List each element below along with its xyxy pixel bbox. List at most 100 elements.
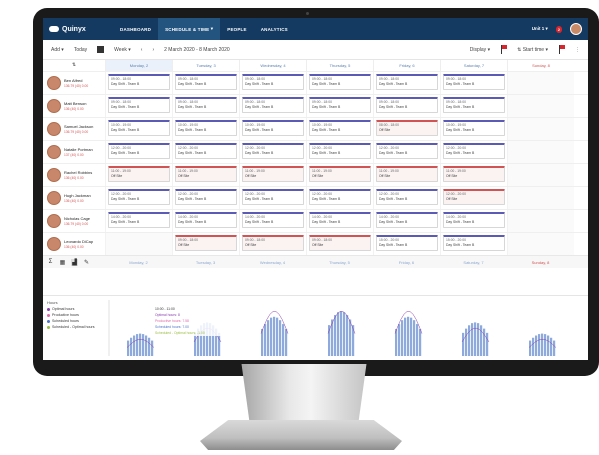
day-cell[interactable]: 09:00 - 18:00 Day Shift - Team B xyxy=(172,95,239,117)
shift-card[interactable]: 14:00 - 20:00 Day Shift - Team B xyxy=(175,212,237,228)
employee-info[interactable]: Matt Benson 136 (40) 0.00 xyxy=(43,95,105,117)
table-icon[interactable]: ▦ xyxy=(59,259,66,266)
scheduled-bar[interactable] xyxy=(468,325,471,356)
scheduled-bar[interactable] xyxy=(139,333,142,356)
day-cell[interactable]: 09:00 - 18:00 Day Shift - Team B xyxy=(306,95,373,117)
shift-card[interactable]: 11:00 - 19:00 Off Site xyxy=(309,166,371,182)
shift-card[interactable]: 09:00 - 18:00 Day Shift - Team B xyxy=(242,74,304,90)
sort-selector[interactable]: ⇅ Start time ▾ xyxy=(517,47,548,53)
shift-card[interactable]: 14:00 - 20:00 Day Shift - Team B xyxy=(108,212,170,228)
shift-card[interactable]: 09:00 - 18:00 Day Shift - Team B xyxy=(443,74,505,90)
shift-card[interactable]: 09:00 - 18:00 Day Shift - Team B xyxy=(108,74,170,90)
shift-card[interactable]: 10:00 - 19:00 Day Shift - Team B xyxy=(175,120,237,136)
scheduled-bar[interactable] xyxy=(267,320,270,356)
shift-card[interactable]: 12:00 - 20:00 Day Shift - Team B xyxy=(376,189,438,205)
shift-card[interactable]: 12:00 - 20:00 Day Shift - Team B xyxy=(376,143,438,159)
shift-card[interactable]: 14:00 - 20:00 Day Shift - Team B xyxy=(309,212,371,228)
day-cell[interactable]: 14:00 - 20:00 Day Shift - Team B xyxy=(306,210,373,232)
scheduled-bar[interactable] xyxy=(532,337,535,356)
day-cell[interactable]: 14:00 - 20:00 Day Shift - Team B xyxy=(105,210,172,232)
shift-card[interactable]: 12:00 - 20:00 Day Shift - Team B xyxy=(175,189,237,205)
alert-flag-icon[interactable] xyxy=(558,45,565,54)
shift-card[interactable]: 09:00 - 18:00 Day Shift - Team B xyxy=(443,97,505,113)
shift-card[interactable]: 10:00 - 19:00 Day Shift - Team B xyxy=(242,120,304,136)
day-cell[interactable]: 09:00 - 18:00 Day Shift - Team B xyxy=(239,95,306,117)
day-cell[interactable]: 09:00 - 18:00 Day Shift - Team B xyxy=(105,72,172,94)
day-cell[interactable] xyxy=(507,210,574,232)
day-cell[interactable]: 11:00 - 19:00 Off Site xyxy=(172,164,239,186)
day-cell[interactable] xyxy=(507,164,574,186)
pen-icon[interactable]: ✎ xyxy=(83,259,90,266)
day-cell[interactable]: 12:00 - 20:00 Day Shift - Team B xyxy=(105,187,172,209)
shift-card[interactable]: 09:00 - 18:00 Day Shift - Team B xyxy=(175,97,237,113)
shift-card[interactable]: 09:00 - 18:00 Day Shift - Team B xyxy=(376,74,438,90)
day-cell[interactable] xyxy=(507,118,574,140)
legend-item[interactable]: Scheduled - Optimal hours xyxy=(47,324,105,330)
day-cell[interactable]: 12:00 - 20:00 Day Shift - Team B xyxy=(306,187,373,209)
day-header[interactable]: Saturday, 7 xyxy=(440,60,507,71)
day-cell[interactable]: 12:00 - 20:00 Day Shift - Team B xyxy=(172,187,239,209)
scheduled-bar[interactable] xyxy=(398,324,401,356)
brand-logo[interactable]: Quinyx xyxy=(49,26,113,33)
today-button[interactable]: Today xyxy=(74,47,87,53)
shift-card[interactable]: 09:00 - 18:00 Off Site xyxy=(309,235,371,251)
shift-card[interactable]: 09:00 - 18:00 Off Site xyxy=(242,235,304,251)
scheduled-bar[interactable] xyxy=(401,320,404,356)
day-header[interactable]: Tuesday, 3 xyxy=(172,60,239,71)
scheduled-bar[interactable] xyxy=(529,340,532,356)
day-cell[interactable]: 14:00 - 20:00 Day Shift - Team B xyxy=(239,210,306,232)
scheduled-bar[interactable] xyxy=(142,334,145,356)
shift-card[interactable]: 12:00 - 20:00 Day Shift - Team B xyxy=(309,189,371,205)
scheduled-bar[interactable] xyxy=(270,317,273,356)
shift-card[interactable]: 08:00 - 18:00 Off Site xyxy=(376,120,438,136)
nav-people[interactable]: PEOPLE xyxy=(220,18,253,40)
scheduled-bar[interactable] xyxy=(340,311,343,356)
day-cell[interactable]: 11:00 - 19:00 Off Site xyxy=(239,164,306,186)
day-cell[interactable] xyxy=(507,72,574,94)
user-avatar[interactable] xyxy=(570,23,582,35)
nav-analytics[interactable]: ANALYTICS xyxy=(254,18,295,40)
day-cell[interactable]: 08:00 - 18:00 Off Site xyxy=(373,118,440,140)
calendar-grid-icon[interactable] xyxy=(97,46,105,53)
shift-card[interactable]: 09:00 - 18:00 Day Shift - Team B xyxy=(309,74,371,90)
scheduled-bar[interactable] xyxy=(413,320,416,356)
employee-info[interactable]: Samuel Jackson 136.79 (40) 0.00 xyxy=(43,118,105,140)
day-cell[interactable]: 15:00 - 20:00 Day Shift - Team B xyxy=(440,233,507,255)
day-cell[interactable] xyxy=(105,233,172,255)
scheduled-bar[interactable] xyxy=(337,312,340,356)
day-cell[interactable]: 12:00 - 20:00 Off Site xyxy=(440,187,507,209)
sum-icon[interactable]: Σ xyxy=(47,259,54,266)
shift-card[interactable]: 09:00 - 18:00 Day Shift - Team B xyxy=(242,97,304,113)
day-cell[interactable]: 12:00 - 20:00 Day Shift - Team B xyxy=(172,141,239,163)
day-cell[interactable]: 15:00 - 20:00 Day Shift - Team B xyxy=(373,233,440,255)
nav-dashboard[interactable]: DASHBOARD xyxy=(113,18,158,40)
shift-card[interactable]: 12:00 - 20:00 Day Shift - Team B xyxy=(108,189,170,205)
scheduled-bar[interactable] xyxy=(547,335,550,356)
day-header[interactable]: Monday, 2 xyxy=(105,60,172,71)
shift-card[interactable]: 09:00 - 18:00 Day Shift - Team B xyxy=(175,74,237,90)
day-header[interactable]: Thursday, 5 xyxy=(306,60,373,71)
scheduled-bar[interactable] xyxy=(407,316,410,356)
scheduled-bar[interactable] xyxy=(276,317,279,356)
scheduled-bar[interactable] xyxy=(553,340,556,356)
display-selector[interactable]: Display ▾ xyxy=(470,47,490,53)
day-cell[interactable]: 11:00 - 19:00 Off Site xyxy=(306,164,373,186)
scheduled-bar[interactable] xyxy=(550,337,553,356)
day-cell[interactable]: 09:00 - 18:00 Off Site xyxy=(172,233,239,255)
day-cell[interactable]: 12:00 - 20:00 Day Shift - Team B xyxy=(306,141,373,163)
shift-card[interactable]: 12:00 - 20:00 Day Shift - Team B xyxy=(443,143,505,159)
shift-card[interactable]: 14:00 - 20:00 Day Shift - Team B xyxy=(376,212,438,228)
scheduled-bar[interactable] xyxy=(279,320,282,356)
scheduled-bar[interactable] xyxy=(130,337,133,356)
day-cell[interactable]: 14:00 - 20:00 Day Shift - Team B xyxy=(172,210,239,232)
day-cell[interactable]: 09:00 - 18:00 Day Shift - Team B xyxy=(440,95,507,117)
day-cell[interactable]: 09:00 - 18:00 Day Shift - Team B xyxy=(440,72,507,94)
shift-card[interactable]: 14:00 - 20:00 Day Shift - Team B xyxy=(443,212,505,228)
day-cell[interactable]: 11:00 - 19:00 Off Site xyxy=(105,164,172,186)
scheduled-bar[interactable] xyxy=(535,335,538,356)
shift-card[interactable]: 10:00 - 19:00 Day Shift - Team B xyxy=(108,120,170,136)
shift-card[interactable]: 12:00 - 20:00 Day Shift - Team B xyxy=(309,143,371,159)
scheduled-bar[interactable] xyxy=(410,317,413,356)
day-cell[interactable]: 09:00 - 18:00 Day Shift - Team B xyxy=(306,72,373,94)
period-selector[interactable]: Week ▾ xyxy=(114,47,131,53)
